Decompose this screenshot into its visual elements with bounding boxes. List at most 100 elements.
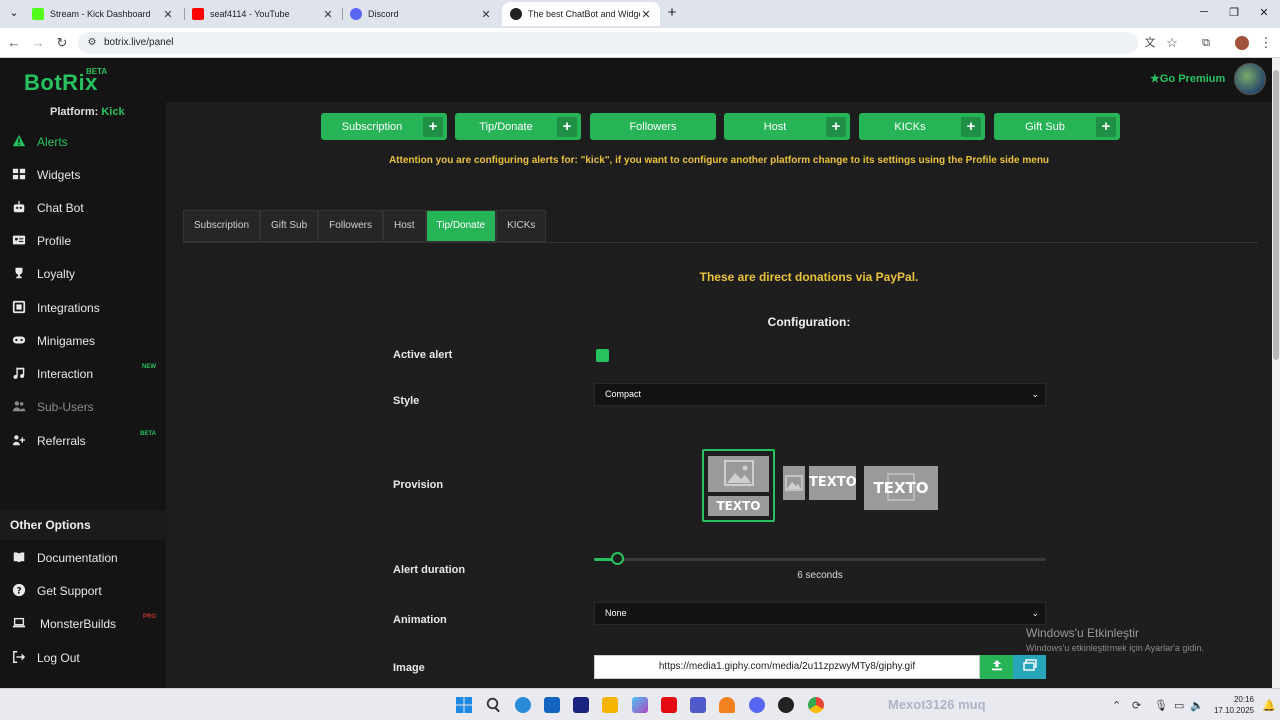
close-tab-icon[interactable]: ✕ <box>640 8 652 21</box>
close-window-button[interactable]: ✕ <box>1254 6 1274 19</box>
alert-type-kicks-button[interactable]: KICKs + <box>859 113 985 140</box>
tab-followers[interactable]: Followers <box>318 210 383 242</box>
extensions-icon[interactable]: ⧉ <box>1198 35 1214 51</box>
grid-icon <box>12 167 28 183</box>
active-alert-checkbox[interactable] <box>596 349 609 362</box>
taskbar-clock[interactable]: 20:16 17.10.2025 <box>1208 694 1254 716</box>
notifications-icon[interactable]: 🔔 <box>1262 699 1276 712</box>
main-content: Subscription + Tip/Donate + Followers Ho… <box>166 102 1272 692</box>
teams-icon[interactable] <box>690 697 706 713</box>
copilot-icon[interactable] <box>632 697 648 713</box>
sidebar-item-chat-bot[interactable]: Chat Bot <box>0 194 166 222</box>
windows-activation-title: Windows'u Etkinleştir <box>1026 626 1139 640</box>
sidebar-item-profile[interactable]: Profile <box>0 227 166 255</box>
alert-type-host-button[interactable]: Host + <box>724 113 850 140</box>
image-url-input[interactable]: https://media1.giphy.com/media/2u11zpzwy… <box>594 655 980 679</box>
cloudflare-icon[interactable] <box>719 697 735 713</box>
forward-button[interactable]: → <box>30 35 46 51</box>
site-info-icon[interactable]: ⚙ <box>84 35 100 51</box>
gallery-button[interactable] <box>1013 655 1046 679</box>
sidebar-item-alerts[interactable]: Alerts <box>0 128 166 156</box>
browser-tab-botrix[interactable]: The best ChatBot and Widgets ✕ <box>502 2 660 26</box>
slider-handle[interactable] <box>611 552 624 565</box>
close-tab-icon[interactable]: ✕ <box>162 8 174 21</box>
sidebar-item-get-support[interactable]: ? Get Support <box>0 577 166 605</box>
provision-label: Provision <box>393 479 444 491</box>
url-field[interactable] <box>78 32 1138 54</box>
bookmark-star-icon[interactable]: ☆ <box>1164 35 1180 51</box>
browser-tab-youtube[interactable]: seaf4114 - YouTube ✕ <box>184 2 342 26</box>
search-icon[interactable] <box>486 697 502 713</box>
outlook-icon[interactable] <box>544 697 560 713</box>
scrollbar-thumb[interactable] <box>1273 70 1279 360</box>
alert-duration-slider[interactable] <box>594 558 1046 561</box>
network-icon[interactable]: ▭ <box>1174 699 1184 712</box>
sidebar-item-loyalty[interactable]: Loyalty <box>0 260 166 288</box>
close-tab-icon[interactable]: ✕ <box>322 8 334 21</box>
back-button[interactable]: ← <box>6 35 22 51</box>
edge-icon[interactable] <box>515 697 531 713</box>
page-scrollbar[interactable] <box>1272 58 1280 688</box>
help-icon: ? <box>12 583 28 599</box>
tab-host[interactable]: Host <box>382 210 426 242</box>
provision-option-inline-text[interactable]: TEXTO <box>809 466 857 500</box>
tab-subscription[interactable]: Subscription <box>183 210 261 242</box>
sidebar-item-documentation[interactable]: Documentation <box>0 544 166 572</box>
maximize-button[interactable]: ❐ <box>1224 6 1244 19</box>
sync-icon[interactable]: ⟳ <box>1132 699 1141 712</box>
animation-select[interactable]: None ⌄ <box>594 602 1046 625</box>
app-icon[interactable] <box>778 697 794 713</box>
users-icon <box>12 399 28 415</box>
chrome-icon[interactable] <box>808 697 824 713</box>
id-card-icon <box>12 233 28 249</box>
upload-image-button[interactable] <box>980 655 1013 679</box>
go-premium-button[interactable]: ★Go Premium <box>1150 72 1225 85</box>
reload-button[interactable]: ↻ <box>54 35 70 51</box>
plus-icon[interactable]: + <box>826 116 846 137</box>
tab-tip-donate[interactable]: Tip/Donate <box>425 210 497 242</box>
youtube-favicon-icon <box>192 8 204 20</box>
alert-type-followers-button[interactable]: Followers <box>590 113 716 140</box>
sidebar-item-log-out[interactable]: Log Out <box>0 644 166 672</box>
sidebar-item-interaction[interactable]: Interaction NEW <box>0 360 166 388</box>
plus-icon[interactable]: + <box>423 116 443 137</box>
browser-menu-icon[interactable]: ⋮ <box>1258 35 1274 51</box>
sidebar-item-minigames[interactable]: Minigames <box>0 327 166 355</box>
provision-option-inline-image-icon[interactable] <box>783 466 805 500</box>
volume-icon[interactable]: 🔈 <box>1190 699 1204 712</box>
platform-indicator: Platform: Kick <box>50 106 125 118</box>
close-tab-icon[interactable]: ✕ <box>480 8 492 21</box>
plus-icon[interactable]: + <box>961 116 981 137</box>
sidebar-item-widgets[interactable]: Widgets <box>0 161 166 189</box>
file-explorer-icon[interactable] <box>602 697 618 713</box>
provision-option-overlay[interactable]: TEXTO <box>864 466 938 510</box>
tray-chevron-icon[interactable]: ⌃ <box>1112 699 1121 712</box>
windows-start-icon[interactable] <box>456 697 472 713</box>
sidebar-item-sub-users[interactable]: Sub-Users <box>0 393 166 421</box>
tab-gift-sub[interactable]: Gift Sub <box>260 210 319 242</box>
user-avatar[interactable] <box>1234 63 1266 95</box>
new-tab-button[interactable]: + <box>662 4 682 21</box>
provision-option-stacked[interactable]: TEXTO <box>702 449 775 522</box>
alert-duration-value: 6 seconds <box>797 570 843 581</box>
translate-icon[interactable]: 文 <box>1142 35 1158 51</box>
minimize-button[interactable]: ─ <box>1194 6 1214 18</box>
browser-tab-kick[interactable]: Stream - Kick Dashboard ✕ <box>24 2 182 26</box>
app-icon[interactable] <box>573 697 589 713</box>
alert-type-subscription-button[interactable]: Subscription + <box>321 113 447 140</box>
tab-search-chevron-icon[interactable]: ⌄ <box>4 6 24 19</box>
sidebar-item-monsterbuilds[interactable]: MonsterBuilds PRO <box>0 610 166 638</box>
alert-type-gift-sub-button[interactable]: Gift Sub + <box>994 113 1120 140</box>
plus-icon[interactable]: + <box>1096 116 1116 137</box>
sidebar-item-integrations[interactable]: Integrations <box>0 294 166 322</box>
tab-kicks[interactable]: KICKs <box>496 210 547 242</box>
discord-icon[interactable] <box>749 697 765 713</box>
sidebar-item-referrals[interactable]: Referrals BETA <box>0 427 166 455</box>
netflix-icon[interactable] <box>661 697 677 713</box>
profile-avatar[interactable] <box>1234 35 1250 51</box>
plus-icon[interactable]: + <box>557 116 577 137</box>
microphone-icon[interactable]: 🎙 <box>1154 699 1168 712</box>
style-select[interactable]: Compact ⌄ <box>594 383 1046 406</box>
browser-tab-discord[interactable]: Discord ✕ <box>342 2 500 26</box>
alert-type-tip-donate-button[interactable]: Tip/Donate + <box>455 113 581 140</box>
